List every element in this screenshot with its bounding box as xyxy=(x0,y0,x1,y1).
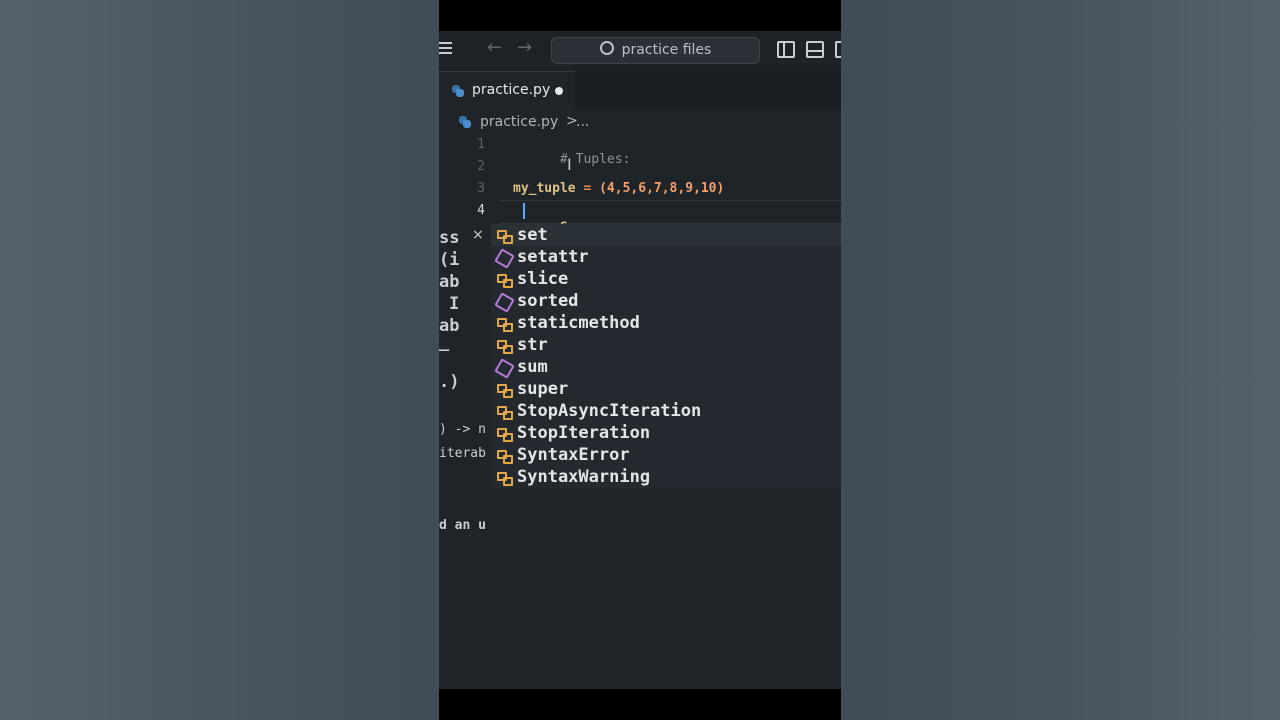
suggestion-label: StopIteration xyxy=(517,423,651,443)
trailing-doc-text: d an u xyxy=(439,518,486,533)
class-icon xyxy=(495,315,513,332)
hover-text: ab xyxy=(439,272,460,292)
class-icon xyxy=(495,469,513,486)
suggestion-item[interactable]: set xyxy=(491,224,841,246)
code-line-3[interactable]: my_tuple = (4,5,6,7,8,9,10) xyxy=(513,181,724,196)
suggestion-label: SyntaxWarning xyxy=(517,467,651,487)
class-icon xyxy=(495,447,513,464)
hover-text: iterab xyxy=(439,446,486,461)
method-cube-icon xyxy=(495,359,511,375)
hover-text: .) xyxy=(439,372,460,392)
method-cube-icon xyxy=(495,249,511,265)
class-icon xyxy=(495,403,513,420)
suggestion-label: str xyxy=(517,335,548,355)
search-icon xyxy=(599,41,614,55)
ibeam-cursor-icon: I xyxy=(567,155,572,174)
toggle-sidebar-icon[interactable] xyxy=(777,41,795,58)
tab-bar: practice.py xyxy=(439,71,841,110)
hover-text: (i xyxy=(439,250,460,270)
code-operator: = xyxy=(575,181,600,196)
toggle-secondary-sidebar-icon[interactable] xyxy=(835,41,841,58)
python-file-icon xyxy=(459,116,471,128)
class-icon xyxy=(495,271,513,288)
breadcrumb: practice.py > ... xyxy=(439,111,841,133)
breadcrumb-file[interactable]: practice.py xyxy=(480,114,558,130)
suggestion-item[interactable]: SyntaxError xyxy=(491,444,841,466)
suggestion-item[interactable]: str xyxy=(491,334,841,356)
hover-text: ss xyxy=(439,228,460,248)
forward-arrow-icon[interactable]: → xyxy=(517,37,532,58)
background-right xyxy=(841,0,1280,720)
menu-icon[interactable] xyxy=(439,42,453,56)
suggestion-item[interactable]: StopAsyncIteration xyxy=(491,400,841,422)
title-bar: ← → practice files xyxy=(439,31,841,71)
suggestion-item[interactable]: sum xyxy=(491,356,841,378)
suggestion-label: SyntaxError xyxy=(517,445,630,465)
line-number: 3 xyxy=(477,181,485,196)
hover-docs-panel: ss (i ab I ab _ .) ) -> n iterab xyxy=(439,224,491,514)
video-frame: ← → practice files practice.py practice.… xyxy=(439,0,841,720)
suggestion-label: StopAsyncIteration xyxy=(517,401,702,421)
class-icon xyxy=(495,337,513,354)
suggestion-label: super xyxy=(517,379,569,399)
class-icon xyxy=(495,381,513,398)
suggestion-item[interactable]: sorted xyxy=(491,290,841,312)
suggestion-item[interactable]: SyntaxWarning xyxy=(491,466,841,488)
code-editor-window: ← → practice files practice.py practice.… xyxy=(439,31,841,689)
suggestion-item[interactable]: slice xyxy=(491,268,841,290)
suggestion-label: staticmethod xyxy=(517,313,640,333)
line-number: 2 xyxy=(477,159,485,174)
background-left xyxy=(0,0,439,720)
back-arrow-icon[interactable]: ← xyxy=(487,37,502,58)
tab-label: practice.py xyxy=(472,82,551,98)
line-number-active: 4 xyxy=(477,203,485,218)
breadcrumb-more[interactable]: ... xyxy=(576,114,589,130)
suggestion-item[interactable]: setattr xyxy=(491,246,841,268)
suggestion-label: sorted xyxy=(517,291,579,311)
python-file-icon xyxy=(452,85,464,97)
suggestion-label: setattr xyxy=(517,247,589,267)
hover-text: I xyxy=(449,294,460,314)
text-caret xyxy=(523,203,525,219)
hover-text: _ xyxy=(439,332,450,352)
suggestion-item[interactable]: super xyxy=(491,378,841,400)
toggle-panel-icon[interactable] xyxy=(806,41,824,58)
suggestion-label: sum xyxy=(517,357,548,377)
class-icon xyxy=(495,227,513,244)
method-cube-icon xyxy=(495,293,511,309)
suggestion-item[interactable]: StopIteration xyxy=(491,422,841,444)
hover-text: ) -> n xyxy=(439,422,486,437)
class-icon xyxy=(495,425,513,442)
autocomplete-suggestions: set setattr slice sorted staticmethod str sum s… xyxy=(491,224,841,488)
suggestion-label: set xyxy=(517,225,548,245)
command-search-input[interactable]: practice files xyxy=(551,37,760,64)
close-icon[interactable]: × xyxy=(472,227,484,243)
suggestion-label: slice xyxy=(517,269,569,289)
unsaved-dot-icon[interactable] xyxy=(555,87,563,95)
tab-practice-py[interactable]: practice.py xyxy=(439,71,575,110)
line-number: 1 xyxy=(477,137,485,152)
search-label: practice files xyxy=(621,42,712,58)
suggestion-item[interactable]: staticmethod xyxy=(491,312,841,334)
code-identifier: my_tuple xyxy=(513,181,576,196)
code-tuple-literal: (4,5,6,7,8,9,10) xyxy=(599,181,725,196)
